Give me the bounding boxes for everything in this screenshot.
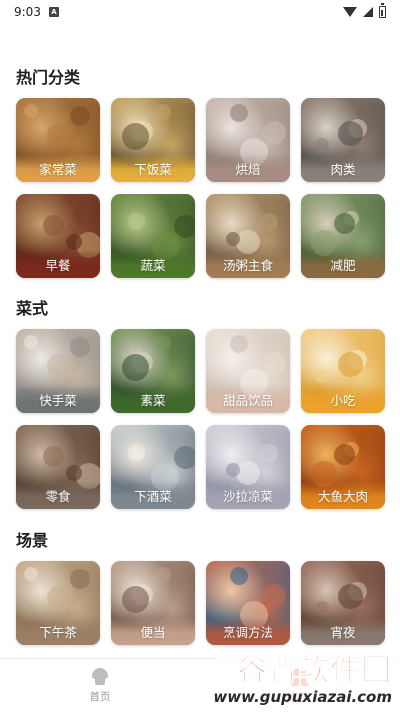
- watermark: 谷普软件园 www.gupuxiazai.com: [213, 648, 400, 712]
- status-icons: [343, 3, 386, 18]
- category-tile[interactable]: 减肥: [301, 194, 385, 278]
- category-label: 零食: [16, 481, 100, 509]
- notification-icon: A: [48, 7, 59, 17]
- category-label: 下酒菜: [111, 481, 195, 509]
- signal-icon: [363, 7, 373, 17]
- category-label: 便当: [111, 617, 195, 645]
- category-label: 家常菜: [16, 154, 100, 182]
- section-hot-categories: 热门分类 家常菜 下饭菜 烘焙 肉类早餐 蔬菜 汤粥主食 减肥: [0, 61, 400, 278]
- wifi-icon: [343, 7, 357, 17]
- category-label: 下午茶: [16, 617, 100, 645]
- category-grid: 快手菜 素菜 甜品饮品 小吃零食 下酒菜 沙拉凉菜 大鱼大肉: [16, 329, 385, 509]
- section-title: 场景: [16, 531, 49, 550]
- category-tile[interactable]: 沙拉凉菜: [206, 425, 290, 509]
- category-label: 蔬菜: [111, 250, 195, 278]
- watermark-text: 谷普软件园: [237, 653, 392, 688]
- nav-home[interactable]: 首页: [0, 659, 200, 712]
- category-tile[interactable]: 便当: [111, 561, 195, 645]
- category-label: 快手菜: [16, 385, 100, 413]
- section-scenes: 场景 下午茶 便当 烹调方法 宵夜: [0, 524, 400, 645]
- category-label: 下饭菜: [111, 154, 195, 182]
- category-label: 大鱼大肉: [301, 481, 385, 509]
- category-tile[interactable]: 早餐: [16, 194, 100, 278]
- category-tile[interactable]: 小吃: [301, 329, 385, 413]
- status-time: 9:03: [14, 5, 41, 19]
- category-label: 小吃: [301, 385, 385, 413]
- category-grid: 下午茶 便当 烹调方法 宵夜: [16, 561, 385, 645]
- chef-hat-icon: [90, 667, 110, 686]
- category-label: 减肥: [301, 250, 385, 278]
- section-title: 菜式: [16, 299, 49, 318]
- category-tile[interactable]: 肉类: [301, 98, 385, 182]
- category-tile[interactable]: 烘焙: [206, 98, 290, 182]
- category-tile[interactable]: 蔬菜: [111, 194, 195, 278]
- category-tile[interactable]: 快手菜: [16, 329, 100, 413]
- category-tile[interactable]: 家常菜: [16, 98, 100, 182]
- category-label: 早餐: [16, 250, 100, 278]
- category-label: 烹调方法: [206, 617, 290, 645]
- watermark-url: www.gupuxiazai.com: [213, 688, 392, 706]
- category-tile[interactable]: 甜品饮品: [206, 329, 290, 413]
- category-label: 汤粥主食: [206, 250, 290, 278]
- category-label: 烘焙: [206, 154, 290, 182]
- status-bar: 9:03 A: [0, 0, 400, 24]
- category-label: 素菜: [111, 385, 195, 413]
- section-dish-styles: 菜式 快手菜 素菜 甜品饮品 小吃零食 下酒菜 沙拉凉菜 大鱼大肉: [0, 292, 400, 509]
- category-tile[interactable]: 大鱼大肉: [301, 425, 385, 509]
- category-label: 宵夜: [301, 617, 385, 645]
- category-tile[interactable]: 下酒菜: [111, 425, 195, 509]
- category-tile[interactable]: 汤粥主食: [206, 194, 290, 278]
- category-label: 甜品饮品: [206, 385, 290, 413]
- nav-home-label: 首页: [89, 690, 111, 703]
- category-tile[interactable]: 下午茶: [16, 561, 100, 645]
- category-grid: 家常菜 下饭菜 烘焙 肉类早餐 蔬菜 汤粥主食 减肥: [16, 98, 385, 278]
- category-tile[interactable]: 烹调方法: [206, 561, 290, 645]
- battery-icon: [379, 3, 386, 18]
- category-content[interactable]: 热门分类 家常菜 下饭菜 烘焙 肉类早餐 蔬菜 汤粥主食 减肥 菜式 快手菜 素菜 甜品饮品 小吃…: [0, 24, 400, 658]
- category-tile[interactable]: 下饭菜: [111, 98, 195, 182]
- section-title: 热门分类: [16, 68, 81, 87]
- category-tile[interactable]: 宵夜: [301, 561, 385, 645]
- category-label: 肉类: [301, 154, 385, 182]
- category-label: 沙拉凉菜: [206, 481, 290, 509]
- category-tile[interactable]: 零食: [16, 425, 100, 509]
- category-tile[interactable]: 素菜: [111, 329, 195, 413]
